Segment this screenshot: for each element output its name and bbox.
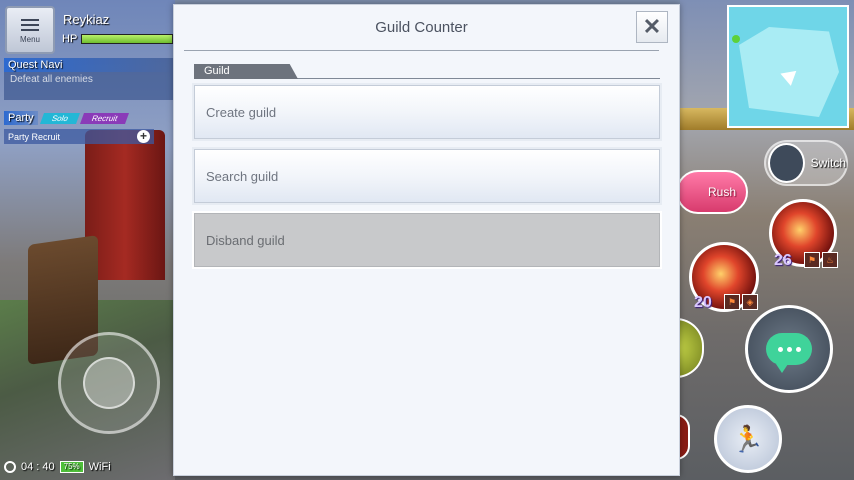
rush-label: Rush <box>707 185 736 199</box>
dialog-header: Guild Counter ✕ <box>184 5 668 51</box>
close-icon: ✕ <box>642 14 662 39</box>
hp-bar-fill <box>82 35 173 43</box>
create-guild-label: Create guild <box>206 104 277 120</box>
party-label: Party <box>4 111 38 125</box>
close-button[interactable]: ✕ <box>636 11 668 43</box>
search-guild-button[interactable]: Search guild <box>192 147 662 205</box>
switch-label: Switch <box>810 156 846 170</box>
minimap-marker <box>732 35 740 43</box>
player-name: Reykiaz <box>63 12 110 27</box>
party-row: Party Solo Recruit <box>4 111 174 125</box>
battery-indicator: 75% <box>59 461 84 473</box>
cube-icon: ◈ <box>742 294 758 310</box>
hp-bar <box>81 34 182 44</box>
quest-navi-panel[interactable]: Quest Navi Defeat all enemies <box>4 58 174 100</box>
minimap[interactable] <box>727 5 849 128</box>
joystick-knob[interactable] <box>83 357 135 409</box>
hamburger-icon <box>21 16 39 34</box>
party-tab-solo[interactable]: Solo <box>39 112 80 124</box>
disband-guild-label: Disband guild <box>206 232 285 248</box>
plus-icon[interactable]: + <box>137 130 150 143</box>
rush-button[interactable]: Rush <box>676 170 748 214</box>
dash-runner-icon: 🏃 <box>731 423 765 454</box>
chat-bubble-icon <box>766 333 812 373</box>
search-guild-label: Search guild <box>206 168 279 184</box>
section-tab-guild: Guild <box>194 64 298 79</box>
switch-icon <box>768 143 805 183</box>
virtual-joystick[interactable] <box>58 332 160 434</box>
guild-counter-dialog: Guild Counter ✕ Guild Create guild Searc… <box>173 4 680 476</box>
chat-button[interactable] <box>745 305 833 393</box>
dash-button[interactable]: 🏃 <box>714 405 782 473</box>
dialog-title: Guild Counter <box>375 19 468 36</box>
skill-count-1: 26 <box>774 252 792 269</box>
flame-icon: ♨ <box>822 252 838 268</box>
party-recruit-row[interactable]: Party Recruit + <box>4 129 154 144</box>
quest-navi-text: Defeat all enemies <box>10 74 93 85</box>
quest-navi-title: Quest Navi <box>4 58 174 72</box>
fire-element-icon: ⚑ <box>724 294 740 310</box>
party-tab-recruit[interactable]: Recruit <box>79 112 130 124</box>
skill-count-2: 20 <box>694 294 712 311</box>
network-label: WiFi <box>88 461 111 473</box>
section-header: Guild <box>194 63 660 79</box>
hp-label: HP <box>62 33 78 45</box>
hp-row: HP <box>62 33 182 45</box>
party-recruit-label: Party Recruit <box>8 131 61 142</box>
create-guild-button[interactable]: Create guild <box>192 83 662 141</box>
device-status-bar: 04 : 40 75% WiFi <box>4 459 172 475</box>
clock-text: 04 : 40 <box>21 461 55 473</box>
disband-guild-button[interactable]: Disband guild <box>192 211 662 269</box>
menu-button[interactable]: Menu <box>5 6 55 54</box>
fire-element-icon: ⚑ <box>804 252 820 268</box>
switch-button[interactable]: Switch <box>764 140 848 186</box>
menu-label: Menu <box>19 35 40 44</box>
clock-icon <box>4 461 16 473</box>
